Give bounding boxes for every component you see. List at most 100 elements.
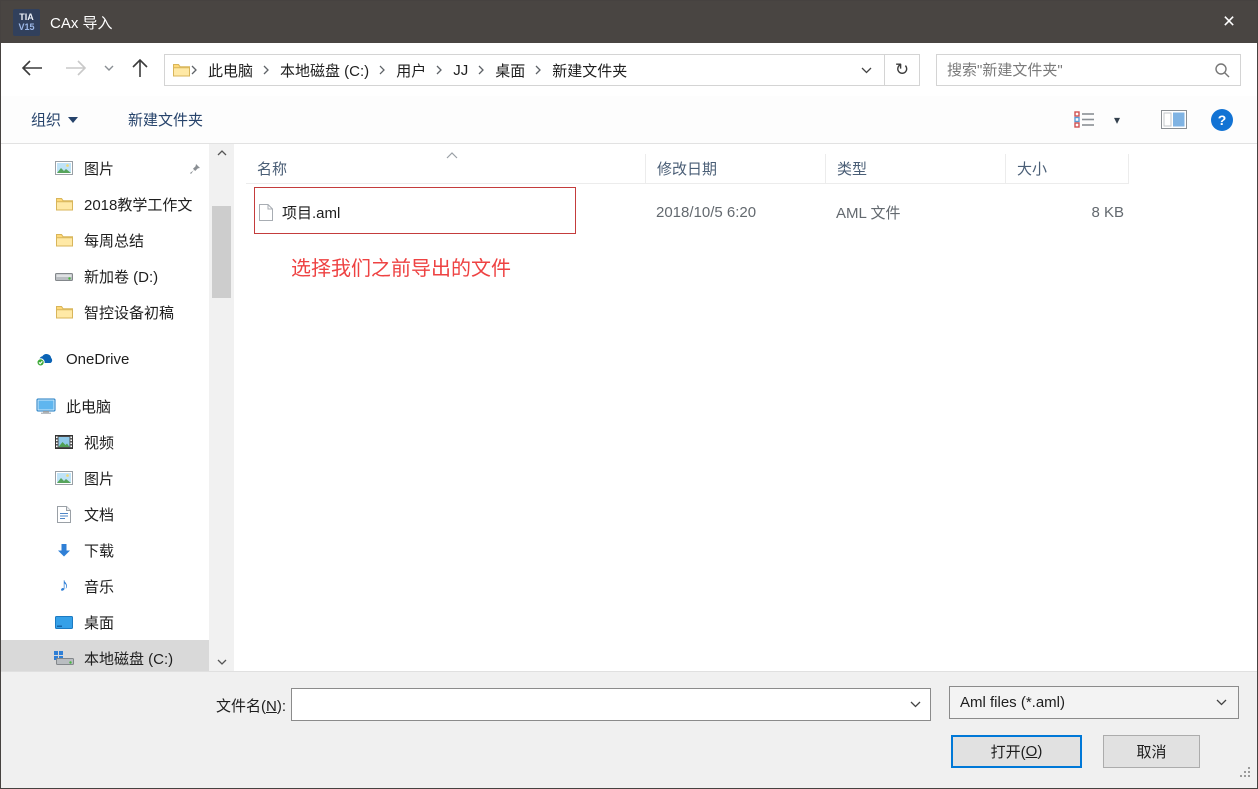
file-icon <box>259 204 273 221</box>
refresh-icon: ↻ <box>895 60 909 80</box>
breadcrumb-this-pc[interactable]: 此电脑 <box>199 55 262 85</box>
column-header-label: 类型 <box>837 158 867 179</box>
drive-icon <box>53 270 75 282</box>
up-button[interactable] <box>132 58 148 78</box>
sidebar-item-label: 图片 <box>84 468 114 489</box>
file-list: 名称 修改日期 类型 大小 项目.aml 2018/10/5 6:20 AML <box>246 144 1257 671</box>
breadcrumb-local-disk-c[interactable]: 本地磁盘 (C:) <box>271 55 378 85</box>
open-button[interactable]: 打开(O) <box>951 735 1082 768</box>
arrow-right-icon <box>65 60 87 76</box>
navigation-bar: 此电脑 本地磁盘 (C:) 用户 JJ 桌面 新建文件夹 ↻ <box>1 43 1257 96</box>
back-button[interactable] <box>21 60 43 76</box>
picture-icon <box>53 471 75 485</box>
sidebar-item-zhikong-draft-folder[interactable]: 智控设备初稿 <box>1 294 209 330</box>
preview-pane-icon <box>1161 110 1187 129</box>
column-header-size[interactable]: 大小 <box>1006 154 1129 184</box>
file-open-dialog: TIA V15 CAx 导入 × 此电脑 <box>0 0 1258 789</box>
close-icon: × <box>1223 10 1235 34</box>
search-icon <box>1214 62 1230 78</box>
search-input[interactable] <box>947 62 1214 79</box>
title-bar: TIA V15 CAx 导入 × <box>1 1 1257 43</box>
address-bar: 此电脑 本地磁盘 (C:) 用户 JJ 桌面 新建文件夹 ↻ <box>164 54 920 86</box>
annotation-text: 选择我们之前导出的文件 <box>291 252 511 281</box>
help-button[interactable]: ? <box>1211 96 1233 143</box>
forward-button[interactable] <box>65 60 87 76</box>
navigation-pane: 图片 2018教学工作文 每周总结 新加卷 (D:) 智控设备初稿 On <box>1 144 209 671</box>
sidebar-item-downloads[interactable]: 下载 <box>1 532 209 568</box>
sidebar-item-documents[interactable]: 文档 <box>1 496 209 532</box>
sidebar-item-local-disk-c[interactable]: 本地磁盘 (C:) <box>1 640 209 671</box>
resize-grip[interactable] <box>1238 765 1252 783</box>
sidebar-item-this-pc[interactable]: 此电脑 <box>1 388 209 424</box>
scrollbar-thumb[interactable] <box>212 206 231 298</box>
computer-icon <box>35 398 57 415</box>
filetype-dropdown[interactable]: Aml files (*.aml) <box>949 686 1239 719</box>
chevron-right-icon <box>477 65 486 75</box>
sidebar-item-music[interactable]: ♪ 音乐 <box>1 568 209 604</box>
tia-app-icon: TIA V15 <box>13 9 40 36</box>
sidebar-item-label: 智控设备初稿 <box>84 302 174 323</box>
cancel-button[interactable]: 取消 <box>1103 735 1200 768</box>
breadcrumb-users[interactable]: 用户 <box>387 55 435 85</box>
column-header-date[interactable]: 修改日期 <box>646 154 826 184</box>
file-size: 8 KB <box>1006 190 1124 234</box>
music-note-icon: ♪ <box>53 578 75 594</box>
sidebar-item-desktop[interactable]: 桌面 <box>1 604 209 640</box>
filetype-dropdown-caret <box>1206 699 1236 706</box>
refresh-button[interactable]: ↻ <box>885 54 920 86</box>
app-icon-text-top: TIA <box>19 12 34 22</box>
sidebar-item-label: 音乐 <box>84 576 114 597</box>
column-header-name[interactable]: 名称 <box>246 154 646 184</box>
arrow-up-icon <box>132 58 148 78</box>
document-icon <box>53 506 75 523</box>
folder-icon <box>173 63 190 77</box>
sidebar-scrollbar[interactable] <box>209 144 234 671</box>
scroll-up-button[interactable] <box>209 144 234 162</box>
file-row-project-aml[interactable]: 项目.aml 2018/10/5 6:20 AML 文件 8 KB <box>246 190 1127 234</box>
help-icon: ? <box>1211 109 1233 131</box>
sidebar-item-weekly-summary-folder[interactable]: 每周总结 <box>1 222 209 258</box>
video-icon <box>53 435 75 449</box>
view-options-caret[interactable]: ▾ <box>1114 96 1120 143</box>
chevron-down-icon <box>861 67 872 74</box>
organize-button[interactable]: 组织 <box>31 96 78 143</box>
column-header-type[interactable]: 类型 <box>826 154 1006 184</box>
sidebar-item-new-volume-d[interactable]: 新加卷 (D:) <box>1 258 209 294</box>
preview-pane-button[interactable] <box>1161 96 1187 143</box>
column-header-label: 大小 <box>1017 158 1047 179</box>
chevron-right-icon <box>435 65 444 75</box>
close-button[interactable]: × <box>1201 1 1257 43</box>
details-view-icon <box>1074 111 1096 128</box>
sidebar-item-pictures-quickaccess[interactable]: 图片 <box>1 150 209 186</box>
dialog-footer: 文件名(N): Aml files (*.aml) 打开(O) 取消 <box>1 671 1257 788</box>
search-box <box>936 54 1241 86</box>
new-folder-button[interactable]: 新建文件夹 <box>128 96 203 143</box>
column-header-label: 修改日期 <box>657 158 717 179</box>
arrow-left-icon <box>21 60 43 76</box>
sidebar-item-2018-teaching-folder[interactable]: 2018教学工作文 <box>1 186 209 222</box>
sidebar-item-onedrive[interactable]: OneDrive <box>1 341 209 377</box>
scroll-down-button[interactable] <box>209 653 234 671</box>
address-dropdown-button[interactable] <box>849 55 884 85</box>
chevron-down-icon <box>104 65 114 72</box>
sidebar-item-label: 文档 <box>84 504 114 525</box>
column-header-label: 名称 <box>257 158 287 179</box>
sidebar-item-label: OneDrive <box>66 351 129 368</box>
filename-dropdown-button[interactable] <box>900 689 930 720</box>
chevron-right-icon <box>378 65 387 75</box>
sidebar-item-pictures[interactable]: 图片 <box>1 460 209 496</box>
change-view-button[interactable] <box>1074 96 1096 143</box>
filename-input[interactable] <box>292 689 900 720</box>
chevron-right-icon <box>534 65 543 75</box>
new-folder-label: 新建文件夹 <box>128 109 203 130</box>
breadcrumb-new-folder[interactable]: 新建文件夹 <box>543 55 636 85</box>
desktop-icon <box>53 616 75 629</box>
recent-locations-button[interactable] <box>104 65 114 72</box>
breadcrumb-jj[interactable]: JJ <box>444 55 477 85</box>
sidebar-item-videos[interactable]: 视频 <box>1 424 209 460</box>
sidebar-item-label: 视频 <box>84 432 114 453</box>
breadcrumb-desktop[interactable]: 桌面 <box>486 55 534 85</box>
folder-icon <box>53 197 75 211</box>
filename-combobox <box>291 688 931 721</box>
folder-icon <box>53 305 75 319</box>
